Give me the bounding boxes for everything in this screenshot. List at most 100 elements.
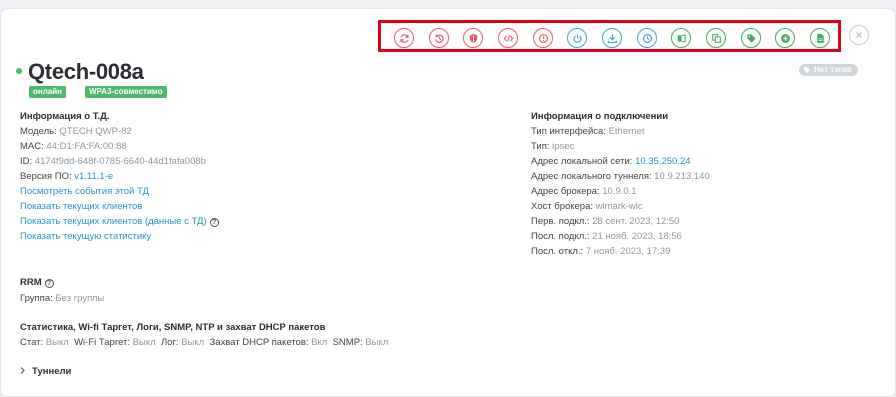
stop-icon [538,33,548,43]
close-button[interactable] [849,25,869,45]
conn-type-label: Тип: [531,141,550,152]
stats-row: Стат: Выкл Wi-Fi Таргет: Выкл Лог: Выкл … [20,337,388,348]
show-clients-link[interactable]: Показать текущих клиентов [20,201,142,212]
log-label: Лог: [160,337,179,348]
help-icon[interactable]: ? [44,279,54,288]
view-events-link[interactable]: Посмотреть события этой ТД [20,186,149,197]
log-value: Выкл [181,337,205,348]
tunnel-address-value: 10.9.213.140 [654,171,710,182]
first-connection-label: Перв. подкл.: [531,216,590,227]
duplicate-icon [711,33,721,43]
id-label: ID: [20,156,33,167]
interface-row: Тип интерфейса: Ethernet [531,126,644,137]
wifi-target-value: Выкл [132,337,156,348]
undo-icon [434,33,444,43]
interface-value: Ethernet [608,126,645,137]
broker-host-row: Хост брокера: wimark-wlc [531,201,643,212]
model-value: QTECH QWP-82 [59,126,132,137]
last-disconnect-row: Посл. откл.: 7 нояб. 2023, 17:39 [531,246,670,257]
last-disconnect-label: Посл. откл.: [531,246,584,257]
ap-info-title: Информация о Т.Д. [20,111,110,122]
ap-title: Qtech-008a [28,59,144,84]
tunnels-toggle[interactable]: Туннели [20,366,71,378]
show-clients-ap-row: Показать текущих клиентов (данные с ТД)? [20,216,219,227]
power-icon [572,33,582,43]
snmp-label: SNMP: [332,337,363,348]
power-button[interactable] [567,28,587,48]
tunnels-title: Туннели [32,366,72,377]
broker-address-label: Адрес брокера: [531,186,600,197]
online-badge: онлайн [29,86,66,98]
clock-icon [642,33,652,43]
copy-file-button[interactable] [671,28,691,48]
interface-label: Тип интерфейса: [531,126,606,137]
show-stats-link[interactable]: Показать текущую статистику [20,231,151,242]
broker-address-row: Адрес брокера: 10.9.0.1 [531,186,637,197]
file-button[interactable] [810,28,830,48]
dhcp-capture-value: Вкл [311,337,328,348]
rrm-title: RRM? [20,277,54,288]
dhcp-capture-label: Захват DHCP пакетов: [209,337,309,348]
rrm-group-value: Без группы [55,293,105,304]
no-tags-label: Нет тэгов [814,65,852,74]
tag-icon [746,33,756,43]
download-button[interactable] [602,28,622,48]
wifi-target-label: Wi-Fi Таргет: [74,337,131,348]
last-disconnect-value: 7 нояб. 2023, 17:39 [585,246,671,257]
connection-info-title: Информация о подключении [531,111,669,122]
add-button[interactable] [775,28,795,48]
conn-type-row: Тип: ipsec [531,141,574,152]
show-clients-ap-link[interactable]: Показать текущих клиентов (данные с ТД) [20,216,207,227]
mac-label: MAC: [20,141,44,152]
tunnel-address-label: Адрес локального туннеля: [531,171,652,182]
refresh-button[interactable] [394,28,414,48]
last-connection-label: Посл. подкл.: [531,231,590,242]
undo-button[interactable] [429,28,449,48]
stat-label: Стат: [20,337,44,348]
refresh-icon [399,33,409,43]
shield-icon [469,33,477,43]
duplicate-button[interactable] [706,28,726,48]
first-connection-row: Перв. подкл.: 28 сент. 2023, 12:50 [531,216,679,227]
last-connection-row: Посл. подкл.: 21 нояб. 2023, 18:56 [531,231,682,242]
model-label: Модель: [20,126,57,137]
model-row: Модель: QTECH QWP-82 [20,126,132,137]
rrm-title-text: RRM [20,277,42,288]
wpa3-badge: WPA3-совместимо [85,86,167,98]
rrm-group-row: Группа: Без группы [20,293,104,304]
snmp-value: Выкл [365,337,389,348]
stop-button[interactable] [533,28,553,48]
download-icon [607,33,617,43]
add-circle-icon [780,33,790,43]
tunnel-address-row: Адрес локального туннеля: 10.9.213.140 [531,171,710,182]
clock-button[interactable] [637,28,657,48]
firmware-value[interactable]: v1.11.1-e [74,171,113,182]
id-value: 4174f9dd-648f-0785-6640-44d1fafa008b [34,156,206,167]
id-row: ID: 4174f9dd-648f-0785-6640-44d1fafa008b [20,156,206,167]
shield-button[interactable] [463,28,483,48]
code-icon [503,34,513,42]
broker-host-label: Хост брокера: [531,201,594,212]
no-tags-badge[interactable]: Нет тэгов [799,64,858,76]
conn-type-value: ipsec [552,141,575,152]
ap-details-card: Qtech-008a онлайн WPA3-совместимо Нет тэ… [0,8,896,397]
firmware-label: Версия ПО: [20,171,72,182]
close-icon [856,32,862,38]
chevron-right-icon [20,366,26,378]
actions-toolbar-highlight [378,20,841,52]
mac-value: 44:D1:FA:FA:00:88 [46,141,127,152]
rrm-group-label: Группа: [20,293,53,304]
lan-address-value[interactable]: 10.35.250.24 [635,156,690,167]
stat-value: Выкл [45,337,69,348]
mac-row: MAC: 44:D1:FA:FA:00:88 [20,141,127,152]
help-icon[interactable]: ? [209,218,219,227]
firmware-row: Версия ПО: v1.11.1-e [20,171,113,182]
tag-button[interactable] [741,28,761,48]
copy-file-icon [677,34,686,42]
stats-title: Статистика, Wi-fi Таргет, Логи, SNMP, NT… [20,322,326,333]
broker-host-value: wimark-wlc [595,201,643,212]
code-button[interactable] [498,28,518,48]
online-status-dot [16,68,22,74]
first-connection-value: 28 сент. 2023, 12:50 [592,216,680,227]
file-icon [816,33,824,43]
